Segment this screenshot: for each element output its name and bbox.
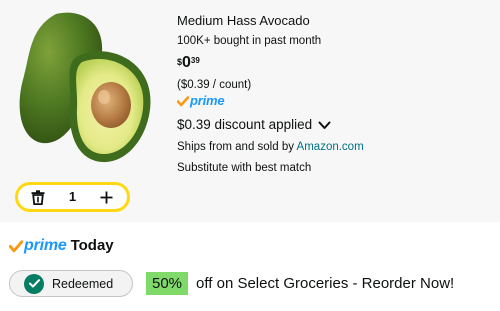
bought-count: 100K+ bought in past month: [177, 35, 322, 47]
discount-text: $0.39 discount applied: [177, 117, 313, 132]
prime-badge: prime: [177, 93, 487, 109]
prime-label: prime: [190, 93, 225, 108]
prime-checkmark-icon: [9, 239, 23, 252]
product-title[interactable]: Medium Hass Avocado: [177, 12, 487, 30]
checkmark-icon: [28, 279, 40, 288]
promo-text: off on Select Groceries - Reorder Now!: [196, 275, 455, 292]
product-info: Medium Hass Avocado 100K+ bought in past…: [177, 12, 487, 176]
increment-button[interactable]: [97, 187, 117, 207]
price-whole: 0: [182, 54, 191, 71]
avocado-image: [19, 12, 151, 163]
redeemed-label: Redeemed: [52, 276, 114, 291]
ships-prefix: Ships from and sold by: [177, 141, 297, 153]
discount-toggle[interactable]: $0.39 discount applied: [177, 116, 487, 134]
plus-icon: [100, 191, 113, 203]
chevron-down-icon: [318, 121, 331, 129]
prime-today-label: Today: [70, 237, 114, 254]
price-fraction: 39: [190, 56, 200, 65]
promo-message[interactable]: 50% off on Select Groceries - Reorder No…: [146, 272, 454, 295]
prime-checkmark-icon: [177, 95, 189, 106]
substitute-preference: Substitute with best match: [177, 162, 312, 174]
price: $ 0 39: [177, 54, 487, 72]
quantity-stepper: 1: [15, 182, 130, 212]
delete-button[interactable]: [28, 187, 48, 207]
checkmark-circle-icon: [24, 273, 44, 294]
product-card: Medium Hass Avocado 100K+ bought in past…: [0, 0, 500, 222]
promo-percent: 50%: [146, 272, 189, 295]
prime-today-heading: prime Today: [9, 236, 114, 256]
unit-price: ($0.39 / count): [177, 79, 252, 91]
redeemed-badge[interactable]: Redeemed: [9, 270, 133, 297]
product-image[interactable]: [16, 6, 158, 166]
trash-icon: [31, 189, 45, 205]
quantity-value: 1: [68, 189, 77, 204]
ships-from: Ships from and sold by Amazon.com: [177, 139, 487, 155]
seller-link[interactable]: Amazon.com: [297, 141, 364, 153]
prime-today-prime: prime: [24, 237, 67, 254]
